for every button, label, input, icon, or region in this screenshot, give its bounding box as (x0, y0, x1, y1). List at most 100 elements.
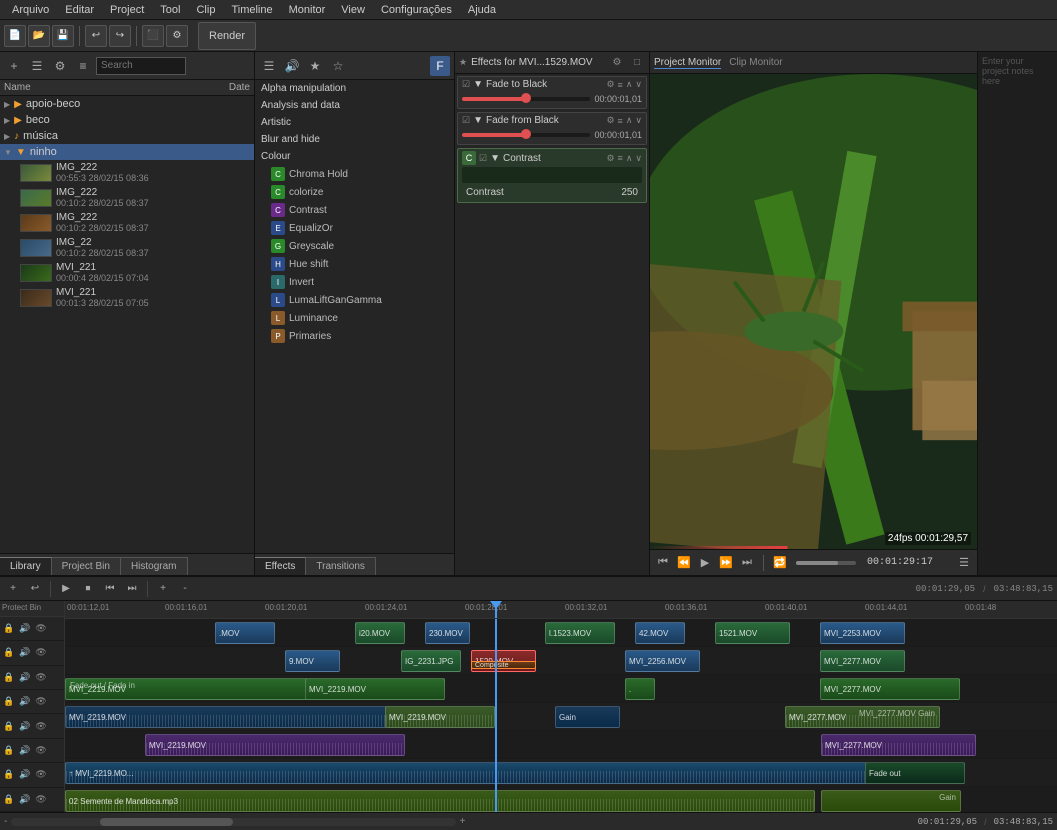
clip-2219-2[interactable]: MVI_2219.MOV (305, 678, 445, 700)
capture-button[interactable]: ⬛ (142, 25, 164, 47)
menu-editar[interactable]: Editar (57, 2, 102, 18)
folder-apoio-beco[interactable]: ▶ ▶ apoio-beco (0, 96, 254, 112)
folder-ninho[interactable]: ▼ ▼ ninho (0, 144, 254, 160)
effects-star-btn[interactable]: ★ (305, 56, 325, 76)
rewind-btn[interactable]: ⏪ (675, 554, 693, 572)
tab-library[interactable]: Library (0, 557, 52, 575)
menu-configuracoes[interactable]: Configurações (373, 2, 460, 18)
tree-item-img1[interactable]: IMG_222 00:55:3 28/02/15 08:36 (0, 160, 254, 185)
tab-effects[interactable]: Effects (255, 557, 306, 575)
clip-mov-2[interactable]: i20.MOV (355, 622, 405, 644)
timeline-tracks[interactable]: 00:01:12,01 00:01:16,01 00:01:20,01 00:0… (65, 601, 1057, 812)
lock-a3[interactable]: 🔒 (2, 792, 16, 806)
menu-clip[interactable]: Clip (188, 2, 223, 18)
menu-project[interactable]: Project (102, 2, 152, 18)
clip-2256[interactable]: MVI_2256.MOV (625, 650, 700, 672)
play-btn[interactable]: ▶ (696, 554, 714, 572)
clip-2277-audio[interactable]: MVI_2277.MOV MVI_2277.MOV Gain (785, 706, 940, 728)
tab-histogram[interactable]: Histogram (121, 557, 188, 575)
checkbox-icon3[interactable]: ☑ (479, 153, 487, 164)
effects-audio-btn[interactable]: 🔊 (282, 56, 302, 76)
lock-v3[interactable]: 🔒 (2, 621, 16, 635)
effect-luma[interactable]: L LumaLiftGanGamma (255, 291, 454, 309)
clip-2277-v1[interactable]: MVI_2277.MOV (820, 678, 960, 700)
effect-contrast[interactable]: C Contrast (255, 201, 454, 219)
tab-project-monitor[interactable]: Project Monitor (654, 57, 721, 69)
mute-v1[interactable]: 🔊 (18, 670, 32, 684)
tree-item-mvi2[interactable]: MVI_221 00:01:3 28/02/15 07:05 (0, 285, 254, 310)
clip-gain-small[interactable]: . (625, 678, 655, 700)
prev-frame-btn[interactable]: ⏮ (654, 554, 672, 572)
lock-v0[interactable]: 🔒 (2, 695, 16, 709)
mute-a0[interactable]: 🔊 (18, 719, 32, 733)
section-blur[interactable]: Blur and hide (255, 131, 454, 148)
menu-icon[interactable]: ≡ (618, 80, 623, 90)
clip-2277-a1[interactable]: MVI_2277.MOV (821, 734, 976, 756)
tl-zoom-plus[interactable]: + (460, 816, 466, 827)
slider-thumb2[interactable] (521, 129, 531, 139)
lock-v1[interactable]: 🔒 (2, 670, 16, 684)
effect-equaliz[interactable]: E EqualizOr (255, 219, 454, 237)
lock-a1[interactable]: 🔒 (2, 743, 16, 757)
clip-ig2231[interactable]: IG_2231.JPG (401, 650, 461, 672)
expand-icon2[interactable]: ▼ (473, 115, 483, 126)
arrow-down-icon[interactable]: ∨ (635, 79, 642, 90)
tree-item-img2[interactable]: IMG_222 00:10:2 28/02/15 08:37 (0, 185, 254, 210)
effects-star2-btn[interactable]: ☆ (328, 56, 348, 76)
effect-primaries[interactable]: P Primaries (255, 327, 454, 345)
lock-a2[interactable]: 🔒 (2, 768, 16, 782)
section-analysis[interactable]: Analysis and data (255, 97, 454, 114)
effects-view-btn[interactable]: ☰ (259, 56, 279, 76)
menu-monitor[interactable]: Monitor (281, 2, 334, 18)
tree-item-img4[interactable]: IMG_22 00:10:2 28/02/15 08:37 (0, 235, 254, 260)
clip-mov-1[interactable]: .MOV (215, 622, 275, 644)
section-alpha[interactable]: Alpha manipulation (255, 80, 454, 97)
menu-ajuda[interactable]: Ajuda (460, 2, 504, 18)
folder-musica[interactable]: ▶ ♪ música (0, 128, 254, 144)
mute-v3[interactable]: 🔊 (18, 621, 32, 635)
clip-2277[interactable]: MVI_2277.MOV (820, 650, 905, 672)
search-input[interactable] (96, 57, 186, 75)
loop-btn[interactable]: 🔁 (771, 554, 789, 572)
vis-a2[interactable]: 👁 (34, 768, 48, 782)
effect-chroma-hold[interactable]: C Chroma Hold (255, 165, 454, 183)
tl-zoom-minus[interactable]: - (4, 816, 7, 827)
mute-a2[interactable]: 🔊 (18, 768, 32, 782)
arrow-up-icon[interactable]: ∧ (626, 79, 633, 90)
arrow-down-icon3[interactable]: ∨ (635, 153, 642, 164)
mute-v0[interactable]: 🔊 (18, 695, 32, 709)
effect-greyscale[interactable]: G Greyscale (255, 237, 454, 255)
arrow-up-icon3[interactable]: ∧ (626, 153, 633, 164)
lock-v2[interactable]: 🔒 (2, 646, 16, 660)
lp-view-button[interactable]: ☰ (27, 56, 47, 76)
open-button[interactable]: 📂 (28, 25, 50, 47)
vis-a1[interactable]: 👁 (34, 743, 48, 757)
mute-v2[interactable]: 🔊 (18, 646, 32, 660)
vis-v0[interactable]: 👁 (34, 695, 48, 709)
lock-a0[interactable]: 🔒 (2, 719, 16, 733)
arrow-up-icon2[interactable]: ∧ (626, 115, 633, 126)
clip-music-main[interactable]: ↑ MVI_2219.MO... (65, 762, 965, 784)
menu-view[interactable]: View (333, 2, 373, 18)
vis-v3[interactable]: 👁 (34, 621, 48, 635)
clip-2219-a1[interactable]: MVI_2219.MOV (145, 734, 405, 756)
vis-a0[interactable]: 👁 (34, 719, 48, 733)
settings-button[interactable]: ⚙ (166, 25, 188, 47)
vis-a3[interactable]: 👁 (34, 792, 48, 806)
menu-icon2[interactable]: ≡ (618, 116, 623, 126)
section-colour[interactable]: Colour (255, 148, 454, 165)
clip-2219-audio[interactable]: MVI_2219.MOV (385, 706, 495, 728)
slider-thumb[interactable] (521, 93, 531, 103)
render-button[interactable]: Render (198, 22, 256, 50)
lp-filter-button[interactable]: ⚙ (50, 56, 70, 76)
redo-button[interactable]: ↪ (109, 25, 131, 47)
fade-from-black-slider[interactable] (462, 133, 590, 137)
volume-slider[interactable] (796, 561, 856, 565)
next-frame-btn[interactable]: ⏭ (738, 554, 756, 572)
menu-timeline[interactable]: Timeline (223, 2, 280, 18)
effect-luminance[interactable]: L Luminance (255, 309, 454, 327)
checkbox-icon2[interactable]: ☑ (462, 115, 470, 126)
effect-invert[interactable]: I Invert (255, 273, 454, 291)
mute-a1[interactable]: 🔊 (18, 743, 32, 757)
lp-add-button[interactable]: + (4, 56, 24, 76)
